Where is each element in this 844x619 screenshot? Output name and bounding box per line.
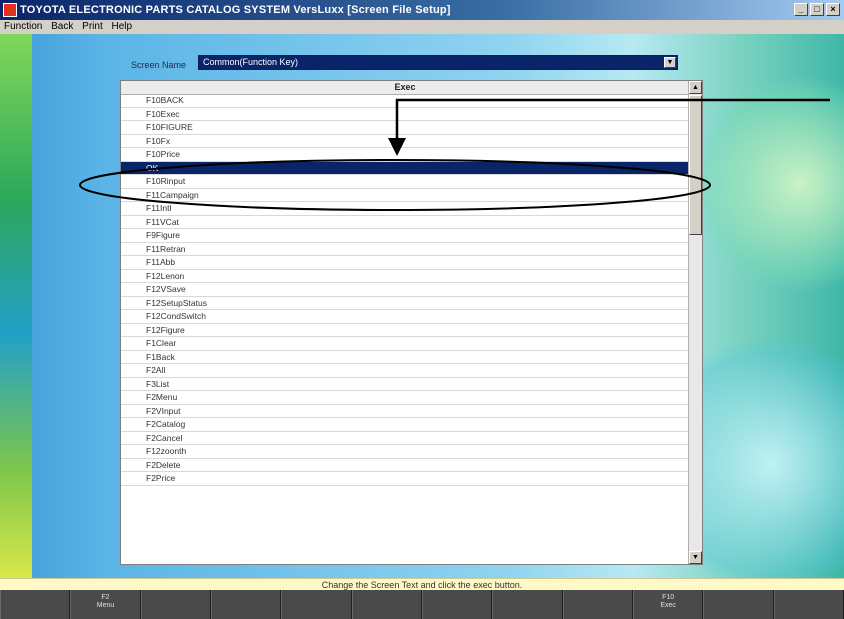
close-button[interactable]: × (826, 3, 840, 16)
list-item[interactable]: F12SetupStatus (121, 297, 689, 310)
list-item[interactable]: F11Abb (121, 256, 689, 270)
list-item[interactable]: F12VSave (121, 283, 689, 297)
vertical-scrollbar[interactable]: ▲ ▼ (688, 81, 702, 564)
function-key-button[interactable] (140, 590, 211, 619)
maximize-button[interactable]: □ (810, 3, 824, 16)
list-item[interactable]: F12Lenon (121, 270, 689, 283)
list-item[interactable]: F10Price (121, 148, 689, 162)
list-item[interactable]: F11Campaign (121, 189, 689, 202)
function-key-label: Exec (660, 602, 676, 609)
list-item[interactable]: F10Exec (121, 108, 689, 121)
function-key-label: Menu (96, 602, 115, 609)
menu-bar: Function Back Print Help (0, 20, 844, 34)
list-item[interactable]: F2Cancel (121, 432, 689, 445)
app-icon (3, 3, 17, 17)
list-item[interactable]: F10Rinput (121, 175, 689, 189)
list-header: Exec (121, 81, 689, 95)
scroll-thumb[interactable] (689, 95, 702, 235)
function-key-button[interactable] (703, 590, 774, 619)
list-item[interactable]: F12Figure (121, 324, 689, 337)
function-key-button[interactable] (773, 590, 844, 619)
screen-name-value: Common(Function Key) (203, 57, 299, 67)
background-decoration (690, 74, 844, 294)
list-item[interactable]: F9Figure (121, 229, 689, 243)
list-item[interactable]: F12zoonth (121, 445, 689, 459)
list-item[interactable]: F1Back (121, 351, 689, 364)
list-item[interactable]: F2Price (121, 472, 689, 486)
list-item[interactable]: F12CondSwitch (121, 310, 689, 324)
function-key-bar: F2 Menu F10 Exec (0, 590, 844, 619)
function-key-button[interactable]: F2 Menu (70, 590, 141, 619)
list-item[interactable]: F1Clear (121, 337, 689, 351)
background-strip (0, 34, 32, 578)
list-item[interactable]: F2Catalog (121, 418, 689, 432)
function-key-button[interactable]: F10 Exec (632, 590, 704, 619)
list-item[interactable]: F2Delete (121, 459, 689, 472)
list-item[interactable]: F2All (121, 364, 689, 378)
list-item-selected[interactable]: OK (121, 161, 689, 175)
function-key-button[interactable] (562, 590, 633, 619)
menu-back[interactable]: Back (51, 21, 73, 32)
list-item[interactable]: F2VInput (121, 405, 689, 418)
window-controls: _ □ × (794, 3, 840, 16)
scroll-up-icon[interactable]: ▲ (689, 81, 702, 94)
screen-name-label: Screen Name (131, 60, 187, 70)
function-key-button[interactable] (492, 590, 563, 619)
title-bar: TOYOTA ELECTRONIC PARTS CATALOG SYSTEM V… (0, 0, 844, 20)
menu-print[interactable]: Print (82, 21, 103, 32)
list-item[interactable]: F11VCat (121, 216, 689, 229)
list-item[interactable]: F11Retran (121, 243, 689, 256)
function-key-code: F2 (101, 594, 110, 601)
function-key-button[interactable] (421, 590, 493, 619)
function-key-button[interactable] (0, 590, 71, 619)
list-item[interactable]: F10FIGURE (121, 121, 689, 135)
list-item[interactable]: F10BACK (121, 94, 689, 108)
list-item[interactable]: F2Menu (121, 391, 689, 405)
function-key-button[interactable] (281, 590, 352, 619)
window-title: TOYOTA ELECTRONIC PARTS CATALOG SYSTEM V… (20, 4, 451, 16)
minimize-button[interactable]: _ (794, 3, 808, 16)
list-item[interactable]: F3List (121, 378, 689, 391)
dropdown-arrow-icon[interactable]: ▼ (664, 57, 676, 68)
function-key-button[interactable] (210, 590, 282, 619)
list-item[interactable]: F11Intl (121, 202, 689, 216)
menu-function[interactable]: Function (4, 21, 42, 32)
scroll-down-icon[interactable]: ▼ (689, 551, 702, 564)
screen-name-select[interactable]: Common(Function Key) ▼ (198, 55, 678, 70)
function-key-button[interactable] (351, 590, 422, 619)
menu-help[interactable]: Help (112, 21, 133, 32)
screen-text-list[interactable]: Exec F10BACK F10Exec F10FIGURE F10Fx F10Pric… (120, 80, 703, 565)
function-key-code: F10 (662, 594, 675, 601)
list-rows: F10BACK F10Exec F10FIGURE F10Fx F10Price OK F1… (121, 94, 689, 486)
list-item[interactable]: F10Fx (121, 135, 689, 148)
